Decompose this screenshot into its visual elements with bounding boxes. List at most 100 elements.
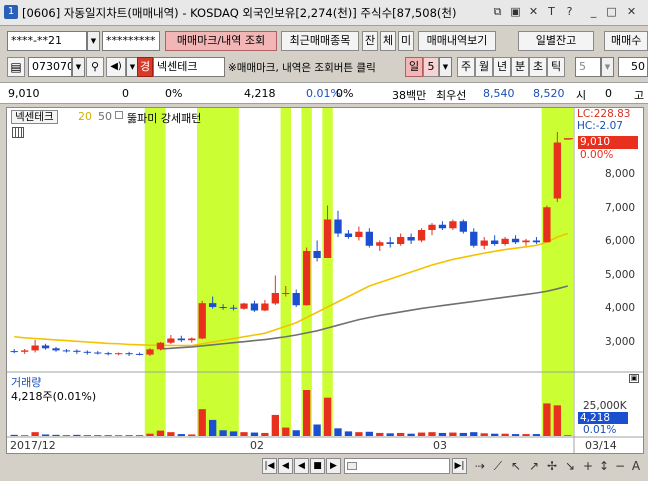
restore-icon[interactable]: ⧉	[490, 4, 505, 20]
period-second-button[interactable]: 초	[529, 57, 547, 77]
candle-body	[94, 352, 102, 354]
tick-dropdown-icon[interactable]: ▼	[601, 57, 614, 77]
period-month-button[interactable]: 월	[475, 57, 493, 77]
period-number-field[interactable]: 5	[423, 57, 439, 77]
candle-body	[407, 237, 415, 241]
search-icon[interactable]: ⚲	[86, 57, 104, 77]
maximize-icon[interactable]: □	[604, 4, 619, 20]
scroll-left-icon[interactable]: ◀	[294, 458, 309, 474]
legend-checkbox[interactable]	[115, 111, 123, 119]
account-dropdown-icon[interactable]: ▼	[87, 31, 100, 51]
bid-price: 8,520	[533, 87, 565, 100]
balance-button[interactable]: 잔	[362, 31, 378, 51]
unfilled-button[interactable]: 미	[398, 31, 414, 51]
stock-code-dropdown-icon[interactable]: ▼	[72, 57, 85, 77]
volume-bar	[480, 433, 488, 436]
period-dropdown-icon[interactable]: ▼	[439, 57, 452, 77]
candle-body	[376, 242, 384, 246]
candle-body	[62, 350, 71, 352]
volume-bar	[73, 434, 81, 436]
period-year-button[interactable]: 년	[493, 57, 511, 77]
volume-bar	[250, 432, 259, 436]
trade-history-button[interactable]: 매매내역보기	[418, 31, 496, 51]
chart-area[interactable]: 넥센테크 20 50 뚫파미 강세패턴 LC:228.83 HC:-2.07 9…	[6, 107, 644, 454]
chart-svg[interactable]	[7, 108, 643, 453]
trade-cut-button[interactable]: 매매수	[604, 31, 648, 51]
move-icon[interactable]: ↕	[596, 458, 612, 474]
filled-button[interactable]: 체	[380, 31, 396, 51]
period-day-button[interactable]: 일	[405, 57, 423, 77]
candle-body	[438, 224, 447, 229]
candle-body	[292, 293, 300, 306]
date-label-dec: 2017/12	[10, 439, 56, 452]
legend-stock-name[interactable]: 넥센테크	[11, 110, 58, 124]
daily-balance-button[interactable]: 일별잔고	[518, 31, 594, 51]
expand-icon[interactable]: ▣	[629, 374, 639, 383]
lc-label: LC:228.83	[577, 108, 631, 120]
volume-bar	[62, 435, 71, 436]
highlight-band	[280, 108, 291, 436]
candle-body	[219, 307, 227, 308]
price-tick-3000: 3,000	[605, 336, 636, 348]
candle-body	[303, 251, 311, 306]
hoga-value: 0	[605, 87, 612, 100]
candle-body	[511, 238, 520, 243]
volume-bar	[104, 435, 112, 436]
volume-bar	[553, 405, 561, 436]
account-field[interactable]: ****-**21	[7, 31, 87, 51]
close-icon[interactable]: ✕	[624, 4, 639, 20]
scroll-next-icon[interactable]: ▶	[326, 458, 341, 474]
volume-bar	[292, 430, 300, 436]
recent-items-button[interactable]: 최근매매종목	[281, 31, 359, 51]
period-minute-button[interactable]: 분	[511, 57, 529, 77]
scroll-last-icon[interactable]: ▶|	[452, 458, 467, 474]
period-tick-button[interactable]: 틱	[547, 57, 565, 77]
minimize-icon[interactable]: _	[586, 4, 601, 20]
candle-body	[334, 219, 342, 234]
cursor-tool-icon[interactable]: ↖	[508, 458, 524, 474]
stock-name-field: 넥센테크	[153, 57, 225, 77]
current-pct-label: 0.00%	[580, 149, 614, 161]
grid-toggle-icon[interactable]	[12, 127, 24, 138]
volume-bar	[303, 390, 311, 436]
volume-bar	[438, 432, 447, 436]
volume-bar	[156, 430, 165, 436]
help-icon[interactable]: ?	[562, 4, 577, 20]
tile-icon[interactable]: ▣	[508, 4, 523, 20]
volume-bar	[386, 433, 394, 436]
chart-type-icon[interactable]: ▤	[7, 57, 25, 77]
candle-body	[522, 240, 530, 243]
volume-current-label: 4,218	[578, 412, 628, 424]
select-tool-icon[interactable]: ↗	[526, 458, 542, 474]
cross-tool-icon[interactable]: ✢	[544, 458, 560, 474]
speaker-icon[interactable]: ◀)	[106, 57, 126, 77]
text-tool-icon[interactable]: A	[628, 458, 644, 474]
text-icon[interactable]: T	[544, 4, 559, 20]
draw-tool-icon[interactable]: ⇢	[472, 458, 488, 474]
pin-icon[interactable]: ✕	[526, 4, 541, 20]
volume-bar	[417, 432, 426, 436]
trade-mark-button[interactable]: 매매마크/내역 조회	[165, 31, 277, 51]
line-tool-icon[interactable]: ⟋	[490, 458, 506, 474]
scroll-prev-icon[interactable]: ◀	[278, 458, 293, 474]
stock-code-input[interactable]: 073070	[28, 57, 72, 77]
volume-bar	[167, 432, 175, 436]
volume-bar	[10, 434, 18, 436]
zoom-in-icon[interactable]: +	[580, 458, 596, 474]
tick-number-field[interactable]: 5	[575, 57, 601, 77]
count-field[interactable]: 50	[618, 57, 648, 77]
scroll-first-icon[interactable]: |◀	[262, 458, 277, 474]
scroll-thumb[interactable]	[347, 462, 357, 470]
volume-bar	[83, 435, 91, 436]
price-change: 0	[122, 87, 129, 100]
stop-icon[interactable]: ■	[310, 458, 325, 474]
password-field[interactable]: *********	[102, 31, 160, 51]
candle-body	[543, 207, 551, 243]
period-week-button[interactable]: 주	[457, 57, 475, 77]
price-tick-7000: 7,000	[605, 202, 636, 214]
candle-body	[386, 242, 394, 244]
zoom-out-icon[interactable]: −	[612, 458, 628, 474]
volume-tick: 25,000K	[583, 400, 627, 412]
scroll-track[interactable]	[344, 458, 450, 474]
arrow-tool-icon[interactable]: ↘	[562, 458, 578, 474]
